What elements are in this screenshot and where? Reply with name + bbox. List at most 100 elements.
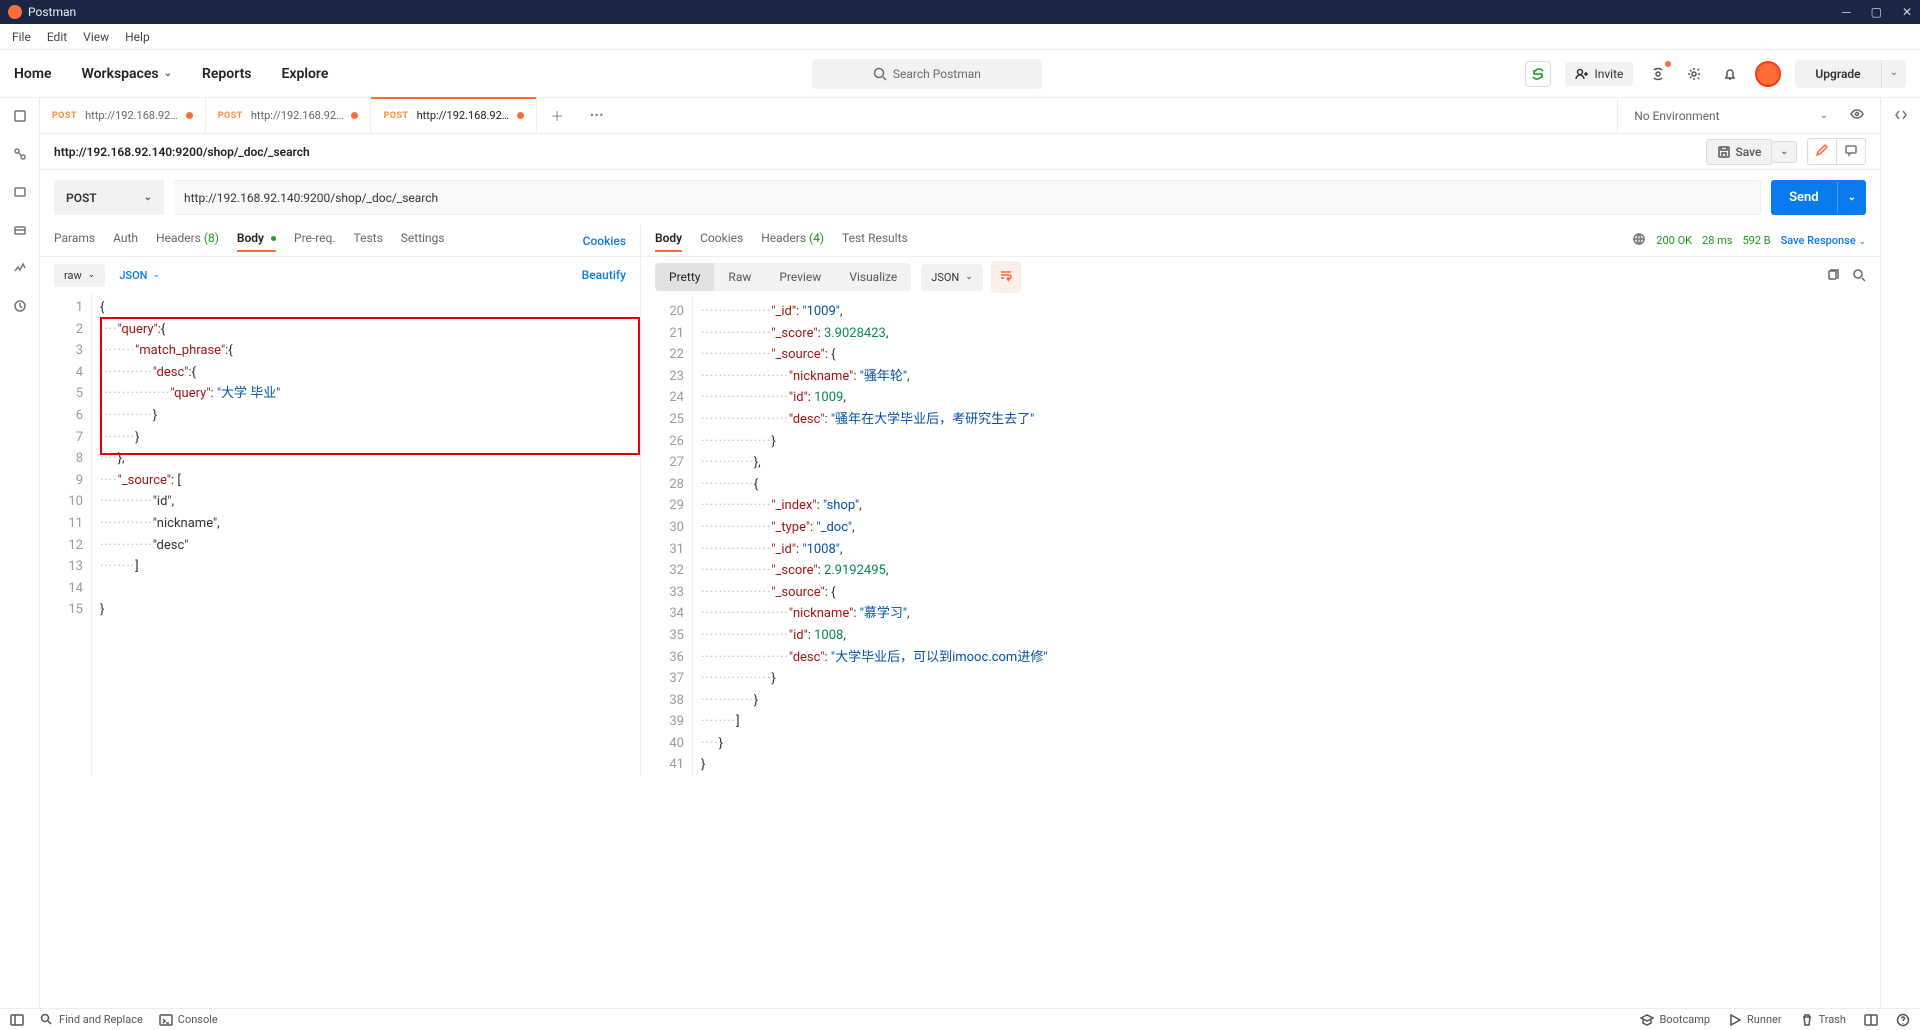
tab-method: POST xyxy=(383,111,408,121)
eye-icon[interactable] xyxy=(1850,107,1864,124)
invite-button[interactable]: Invite xyxy=(1565,62,1633,86)
tab-tests[interactable]: Tests xyxy=(354,231,383,251)
view-raw[interactable]: Raw xyxy=(714,263,765,291)
environment-select[interactable]: No Environment ⌄ xyxy=(1617,98,1880,133)
response-lang-select[interactable]: JSON ⌄ xyxy=(921,264,983,291)
save-button[interactable]: Save xyxy=(1706,139,1773,165)
globe-icon[interactable] xyxy=(1632,232,1646,249)
tab-prereq[interactable]: Pre-req. xyxy=(294,231,336,251)
resp-tab-body[interactable]: Body xyxy=(655,231,682,251)
body-modified-dot xyxy=(271,236,276,241)
tab-more-button[interactable]: ••• xyxy=(577,98,617,133)
search-response-icon[interactable] xyxy=(1852,268,1866,286)
two-pane-icon[interactable] xyxy=(1864,1013,1878,1027)
tab-headers-count: (8) xyxy=(204,231,219,245)
tab-auth[interactable]: Auth xyxy=(113,231,138,251)
request-body-editor[interactable]: 123456789101112131415 {····"query":{····… xyxy=(40,293,640,776)
resp-tab-headers[interactable]: Headers (4) xyxy=(761,231,824,251)
response-toolbar: Pretty Raw Preview Visualize JSON ⌄ xyxy=(641,257,1880,297)
mock-icon[interactable] xyxy=(10,220,30,240)
menubar: File Edit View Help xyxy=(0,24,1920,50)
save-caret[interactable]: ⌄ xyxy=(1772,141,1797,163)
avatar[interactable] xyxy=(1755,61,1781,87)
response-body-viewer[interactable]: 2021222324252627282930313233343536373839… xyxy=(641,297,1880,776)
view-preview[interactable]: Preview xyxy=(765,263,835,291)
search-input[interactable]: Search Postman xyxy=(812,59,1042,89)
tab-headers-label: Headers xyxy=(156,231,201,245)
sidebar-toggle-icon[interactable] xyxy=(10,1013,24,1027)
tab-settings[interactable]: Settings xyxy=(401,231,445,251)
tab-method: POST xyxy=(52,111,77,121)
method-select[interactable]: POST ⌄ xyxy=(54,180,164,215)
menu-view[interactable]: View xyxy=(83,30,109,44)
body-mode-select[interactable]: raw ⌄ xyxy=(54,264,105,287)
wrap-toggle[interactable] xyxy=(991,261,1021,293)
bootcamp-icon xyxy=(1640,1013,1654,1027)
window-close-icon[interactable]: ✕ xyxy=(1902,5,1912,19)
pencil-icon[interactable] xyxy=(1808,139,1837,164)
content-area: POST http://192.168.92… POST http://192.… xyxy=(40,98,1880,1008)
request-tab[interactable]: POST http://192.168.92… xyxy=(371,98,537,133)
sync-icon[interactable] xyxy=(1525,61,1551,87)
titlebar: Postman ─ ▢ ✕ xyxy=(0,0,1920,24)
nav-reports[interactable]: Reports xyxy=(202,66,252,82)
nav-home[interactable]: Home xyxy=(14,66,52,82)
settings-icon[interactable] xyxy=(1683,63,1705,85)
tab-params[interactable]: Params xyxy=(54,231,95,251)
console-button[interactable]: Console xyxy=(159,1013,218,1027)
right-dock xyxy=(1880,98,1920,1008)
bootcamp-button[interactable]: Bootcamp xyxy=(1640,1013,1710,1027)
save-response-button[interactable]: Save Response ⌄ xyxy=(1781,234,1866,247)
window-minimize-icon[interactable]: ─ xyxy=(1842,5,1851,19)
nav-explore[interactable]: Explore xyxy=(282,66,329,82)
environments-icon[interactable] xyxy=(10,182,30,202)
menu-file[interactable]: File xyxy=(12,30,31,44)
runner-icon xyxy=(1728,1013,1742,1027)
save-response-label: Save Response xyxy=(1781,234,1856,247)
apis-icon[interactable] xyxy=(10,144,30,164)
history-icon[interactable] xyxy=(10,296,30,316)
nav-workspaces[interactable]: Workspaces ⌄ xyxy=(82,66,172,82)
console-label: Console xyxy=(178,1013,218,1026)
body-mode-label: raw xyxy=(64,269,82,282)
code-snippet-icon[interactable] xyxy=(1894,108,1908,126)
save-label: Save xyxy=(1736,145,1762,159)
chevron-down-icon: ⌄ xyxy=(152,270,160,280)
request-tab[interactable]: POST http://192.168.92… xyxy=(40,98,206,133)
body-lang-select[interactable]: JSON ⌄ xyxy=(119,269,160,282)
send-button[interactable]: Send ⌄ xyxy=(1771,180,1866,215)
method-label: POST xyxy=(66,191,97,205)
monitors-icon[interactable] xyxy=(10,258,30,278)
help-icon[interactable] xyxy=(1896,1013,1910,1027)
send-caret[interactable]: ⌄ xyxy=(1837,182,1866,213)
beautify-button[interactable]: Beautify xyxy=(582,268,626,282)
find-replace-button[interactable]: Find and Replace xyxy=(40,1013,143,1027)
collections-icon[interactable] xyxy=(10,106,30,126)
request-tab[interactable]: POST http://192.168.92… xyxy=(206,98,372,133)
menu-help[interactable]: Help xyxy=(125,30,150,44)
copy-icon[interactable] xyxy=(1826,268,1840,286)
runner-button[interactable]: Runner xyxy=(1728,1013,1782,1027)
header-toolbar: Home Workspaces ⌄ Reports Explore Search… xyxy=(0,50,1920,98)
view-visualize[interactable]: Visualize xyxy=(835,263,911,291)
tab-body[interactable]: Body xyxy=(237,231,276,251)
upgrade-caret[interactable]: ⌄ xyxy=(1881,60,1906,88)
trash-button[interactable]: Trash xyxy=(1800,1013,1846,1027)
tab-add-button[interactable]: ＋ xyxy=(537,98,577,133)
find-replace-label: Find and Replace xyxy=(59,1013,143,1026)
tab-headers[interactable]: Headers (8) xyxy=(156,231,219,251)
save-icon xyxy=(1717,145,1731,159)
resp-tab-cookies[interactable]: Cookies xyxy=(700,231,743,251)
url-input[interactable]: http://192.168.92.140:9200/shop/_doc/_se… xyxy=(174,180,1761,215)
satellite-icon[interactable] xyxy=(1647,63,1669,85)
tab-modified-dot xyxy=(351,112,358,119)
upgrade-button[interactable]: Upgrade xyxy=(1795,60,1880,88)
cookies-link[interactable]: Cookies xyxy=(583,234,626,248)
comment-icon[interactable] xyxy=(1837,139,1865,164)
resp-tab-testresults[interactable]: Test Results xyxy=(842,231,908,251)
window-maximize-icon[interactable]: ▢ xyxy=(1871,5,1882,19)
view-pretty[interactable]: Pretty xyxy=(655,263,714,291)
notifications-icon[interactable] xyxy=(1719,63,1741,85)
chevron-down-icon: ⌄ xyxy=(965,272,973,282)
menu-edit[interactable]: Edit xyxy=(47,30,67,44)
